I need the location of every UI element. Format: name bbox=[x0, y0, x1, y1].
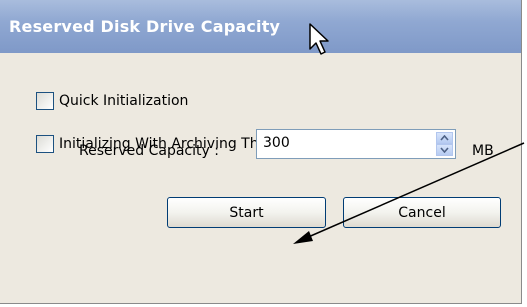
quick-init-label: Quick Initialization bbox=[59, 93, 189, 109]
reserved-capacity-value[interactable]: 300 bbox=[263, 135, 290, 151]
spin-up-icon bbox=[440, 135, 449, 141]
dialog-titlebar[interactable]: Reserved Disk Drive Capacity bbox=[0, 0, 521, 53]
spin-down-button[interactable] bbox=[436, 144, 453, 156]
dialog-title: Reserved Disk Drive Capacity bbox=[9, 17, 281, 36]
archive-init-checkbox[interactable] bbox=[36, 135, 54, 153]
spin-buttons bbox=[436, 132, 453, 156]
cancel-button[interactable]: Cancel bbox=[343, 197, 501, 228]
start-button[interactable]: Start bbox=[167, 197, 326, 228]
spin-down-icon bbox=[440, 147, 449, 153]
reserved-capacity-label: Reserved Capacity : bbox=[79, 143, 219, 159]
reserved-capacity-dialog: Reserved Disk Drive Capacity Quick Initi… bbox=[0, 0, 522, 304]
capacity-unit: MB bbox=[472, 143, 494, 159]
spin-up-button[interactable] bbox=[436, 132, 453, 144]
mouse-pointer-icon bbox=[309, 23, 329, 55]
quick-init-checkbox[interactable] bbox=[36, 92, 54, 110]
dialog-content: Quick Initialization Initializing With A… bbox=[0, 53, 521, 303]
reserved-capacity-stepper[interactable]: 300 bbox=[256, 129, 456, 159]
quick-init-option[interactable]: Quick Initialization bbox=[36, 92, 188, 110]
